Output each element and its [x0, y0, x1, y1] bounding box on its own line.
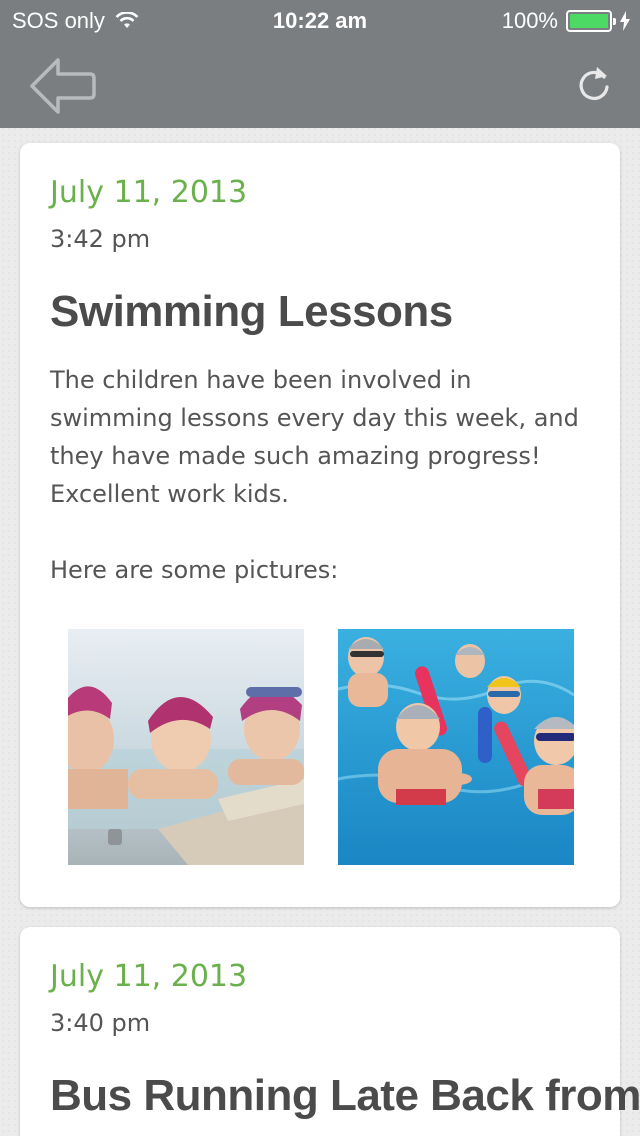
- back-button[interactable]: [28, 56, 100, 116]
- photo-thumbnail[interactable]: [68, 629, 304, 865]
- post-time: 3:42 pm: [50, 225, 151, 253]
- post-date: July 11, 2013: [50, 959, 248, 994]
- top-bar: SOS only 10:22 am 100%: [0, 0, 640, 128]
- battery-percent: 100%: [501, 8, 558, 33]
- post-card[interactable]: July 11, 2013 3:42 pm Swimming Lessons T…: [20, 143, 620, 907]
- swim-photo-image: [338, 629, 574, 865]
- post-title: Bus Running Late Back from: [50, 1071, 640, 1120]
- post-body: The children have been involved in swimm…: [50, 366, 579, 508]
- battery-icon: [566, 10, 616, 32]
- post-title: Swimming Lessons: [50, 287, 453, 336]
- swim-photo-image: [68, 629, 304, 865]
- battery-status: 100%: [502, 8, 630, 34]
- charging-bolt-icon: [620, 11, 630, 31]
- post-card[interactable]: July 11, 2013 3:40 pm Bus Running Late B…: [20, 927, 640, 1136]
- app-screen: SOS only 10:22 am 100% July 11, 2013 3:4…: [0, 0, 640, 1136]
- nav-bar: [0, 40, 640, 128]
- back-arrow-icon: [30, 58, 96, 114]
- status-bar: SOS only 10:22 am 100%: [0, 0, 640, 40]
- post-date: July 11, 2013: [50, 175, 248, 210]
- photo-thumbnail[interactable]: [338, 629, 574, 865]
- refresh-button[interactable]: [574, 62, 614, 104]
- refresh-icon: [579, 67, 609, 100]
- post-time: 3:40 pm: [50, 1009, 151, 1037]
- post-pictures-intro: Here are some pictures:: [50, 556, 339, 584]
